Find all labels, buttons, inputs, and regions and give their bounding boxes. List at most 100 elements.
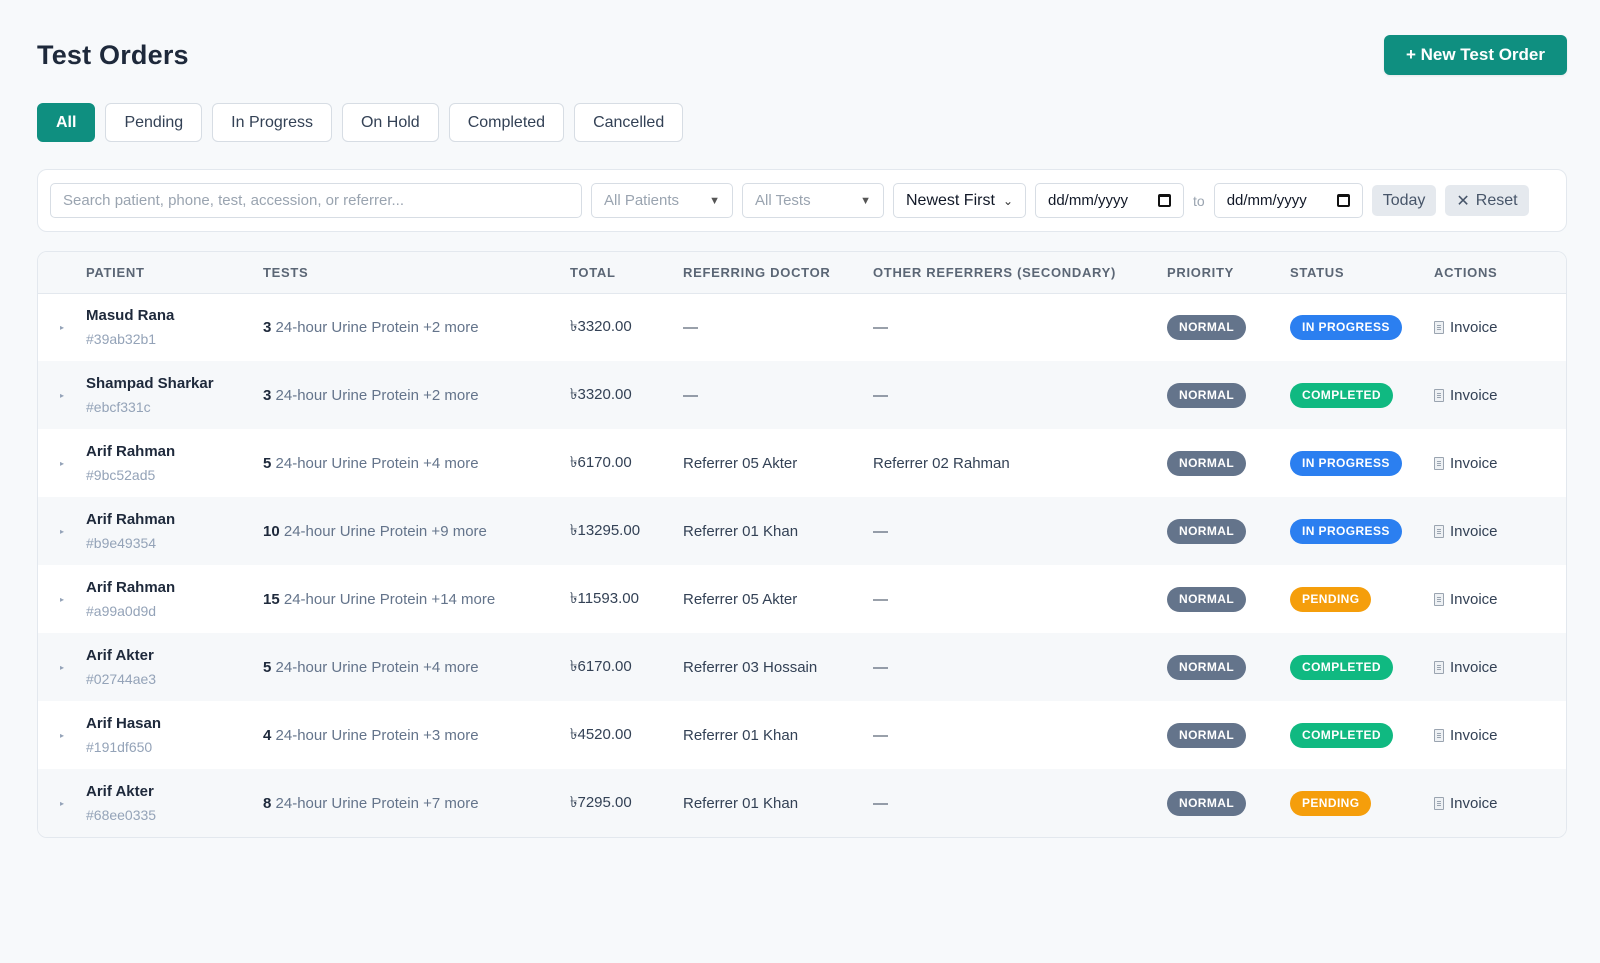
referring-doctor-cell: Referrer 01 Khan	[683, 769, 873, 837]
table-row[interactable]: ▸ Arif Akter #68ee0335 8 24-hour Urine Prot…	[38, 769, 1566, 837]
tests-summary: 24-hour Urine Protein +2 more	[275, 386, 479, 404]
other-referrers-cell: —	[873, 318, 888, 336]
priority-badge: NORMAL	[1167, 450, 1247, 476]
invoice-button[interactable]: Invoice	[1434, 319, 1566, 336]
status-badge: IN PROGRESS	[1290, 314, 1402, 340]
invoice-button[interactable]: Invoice	[1434, 795, 1566, 812]
patient-name[interactable]: Shampad Sharkar	[86, 375, 263, 392]
caret-down-icon: ▼	[860, 194, 871, 207]
calendar-icon[interactable]	[1158, 194, 1171, 207]
invoice-button[interactable]: Invoice	[1434, 727, 1566, 744]
invoice-label: Invoice	[1450, 726, 1498, 744]
order-id: #b9e49354	[86, 535, 157, 551]
other-referrers-cell: —	[873, 590, 888, 608]
expand-row-icon[interactable]: ▸	[38, 701, 86, 769]
patient-name[interactable]: Arif Hasan	[86, 715, 263, 732]
expand-row-icon[interactable]: ▸	[38, 769, 86, 837]
actions-cell: Invoice	[1434, 701, 1566, 769]
referring-doctor-cell: —	[683, 318, 698, 336]
tab-completed[interactable]: Completed	[448, 103, 565, 142]
table-row[interactable]: ▸ Shampad Sharkar #ebcf331c 3 24-hour Urine…	[38, 361, 1566, 429]
today-button[interactable]: Today	[1371, 185, 1437, 216]
column-header-referring-doctor[interactable]: REFERRING DOCTOR	[683, 252, 873, 294]
column-header-status[interactable]: STATUS	[1290, 252, 1434, 294]
table-row[interactable]: ▸ Masud Rana #39ab32b1 3 24-hour Urine Prot…	[38, 293, 1566, 361]
table-header-row: PATIENT TESTS TOTAL REFERRING DOCTOR OTH…	[38, 252, 1566, 294]
tab-in-progress[interactable]: In Progress	[212, 103, 332, 142]
priority-cell: NORMAL	[1167, 701, 1290, 769]
expand-row-icon[interactable]: ▸	[38, 429, 86, 497]
column-header-priority[interactable]: PRIORITY	[1167, 252, 1290, 294]
status-badge: COMPLETED	[1290, 722, 1393, 748]
tests-select[interactable]: All Tests ▼	[742, 183, 884, 218]
date-from-input[interactable]: dd/mm/yyyy	[1035, 183, 1184, 218]
calendar-icon[interactable]	[1336, 194, 1350, 207]
priority-badge: NORMAL	[1167, 518, 1247, 544]
tests-cell: 15 24-hour Urine Protein +14 more	[263, 565, 570, 633]
other-referrers-cell: —	[873, 726, 888, 744]
invoice-button[interactable]: Invoice	[1434, 659, 1566, 676]
invoice-button[interactable]: Invoice	[1434, 591, 1566, 608]
table-row[interactable]: ▸ Arif Akter #02744ae3 5 24-hour Urine Prot…	[38, 633, 1566, 701]
chevron-down-icon: ⌄	[1002, 193, 1013, 208]
patient-cell: Arif Akter #02744ae3	[86, 633, 263, 701]
search-input[interactable]: Search patient, phone, test, accession, …	[50, 183, 582, 218]
patient-name[interactable]: Arif Akter	[86, 783, 263, 800]
tab-on-hold[interactable]: On Hold	[341, 103, 439, 142]
column-header-tests[interactable]: TESTS	[263, 252, 570, 294]
order-id: #a99a0d9d	[86, 603, 157, 619]
patient-name[interactable]: Arif Rahman	[86, 579, 263, 596]
actions-cell: Invoice	[1434, 497, 1566, 565]
patient-name[interactable]: Masud Rana	[86, 307, 263, 324]
column-header-other-referrers[interactable]: OTHER REFERRERS (SECONDARY)	[873, 252, 1167, 294]
priority-badge: NORMAL	[1167, 654, 1247, 680]
priority-cell: NORMAL	[1167, 565, 1290, 633]
invoice-button[interactable]: Invoice	[1434, 455, 1566, 472]
column-header-total[interactable]: TOTAL	[570, 252, 683, 294]
patient-name[interactable]: Arif Rahman	[86, 511, 263, 528]
sort-select[interactable]: Newest First ⌄	[893, 183, 1026, 218]
total-cell: ৳11593.00	[570, 589, 639, 607]
document-icon	[1434, 388, 1444, 402]
orders-table: PATIENT TESTS TOTAL REFERRING DOCTOR OTH…	[37, 251, 1567, 838]
tests-summary: 24-hour Urine Protein +9 more	[283, 522, 487, 540]
tab-pending[interactable]: Pending	[105, 103, 203, 142]
reset-button[interactable]: ✕ Reset	[1445, 185, 1529, 216]
tab-all[interactable]: All	[37, 103, 96, 142]
other-referrers-cell: —	[873, 769, 1167, 837]
expand-row-icon[interactable]: ▸	[38, 633, 86, 701]
total-cell: ৳6170.00	[570, 633, 683, 701]
date-range-separator: to	[1193, 192, 1205, 209]
table-row[interactable]: ▸ Arif Rahman #b9e49354 10 24-hour Urine Pr…	[38, 497, 1566, 565]
invoice-button[interactable]: Invoice	[1434, 523, 1566, 540]
table-row[interactable]: ▸ Arif Hasan #191df650 4 24-hour Urine Prot…	[38, 701, 1566, 769]
invoice-label: Invoice	[1450, 318, 1498, 336]
tests-summary: 24-hour Urine Protein +3 more	[275, 726, 479, 744]
tab-cancelled[interactable]: Cancelled	[574, 103, 684, 142]
table-row[interactable]: ▸ Arif Rahman #9bc52ad5 5 24-hour Urine Pro…	[38, 429, 1566, 497]
patients-select[interactable]: All Patients ▼	[591, 183, 733, 218]
expand-row-icon[interactable]: ▸	[38, 565, 86, 633]
new-test-order-button[interactable]: + New Test Order	[1383, 35, 1567, 75]
tests-summary: 24-hour Urine Protein +4 more	[275, 658, 479, 676]
document-icon	[1434, 524, 1444, 538]
order-id: #ebcf331c	[86, 399, 151, 415]
priority-badge: NORMAL	[1167, 586, 1247, 612]
date-to-value: dd/mm/yyyy	[1226, 192, 1307, 209]
patient-name[interactable]: Arif Akter	[86, 647, 263, 664]
tests-count: 10	[263, 522, 280, 540]
table-row[interactable]: ▸ Arif Rahman #a99a0d9d 15 24-hour Urine Pr…	[38, 565, 1566, 633]
status-badge: COMPLETED	[1290, 382, 1393, 408]
date-to-input[interactable]: dd/mm/yyyy	[1213, 183, 1363, 218]
expand-row-icon[interactable]: ▸	[38, 497, 86, 565]
invoice-label: Invoice	[1450, 794, 1498, 812]
tests-cell: 5 24-hour Urine Protein +4 more	[263, 429, 570, 497]
other-referrers-cell: —	[873, 497, 1167, 565]
expand-row-icon[interactable]: ▸	[38, 361, 86, 429]
column-header-patient[interactable]: PATIENT	[86, 252, 263, 294]
expand-row-icon[interactable]: ▸	[38, 293, 86, 361]
close-icon: ✕	[1456, 192, 1470, 210]
tests-cell: 10 24-hour Urine Protein +9 more	[263, 497, 570, 565]
invoice-button[interactable]: Invoice	[1434, 387, 1566, 404]
patient-name[interactable]: Arif Rahman	[86, 443, 263, 460]
